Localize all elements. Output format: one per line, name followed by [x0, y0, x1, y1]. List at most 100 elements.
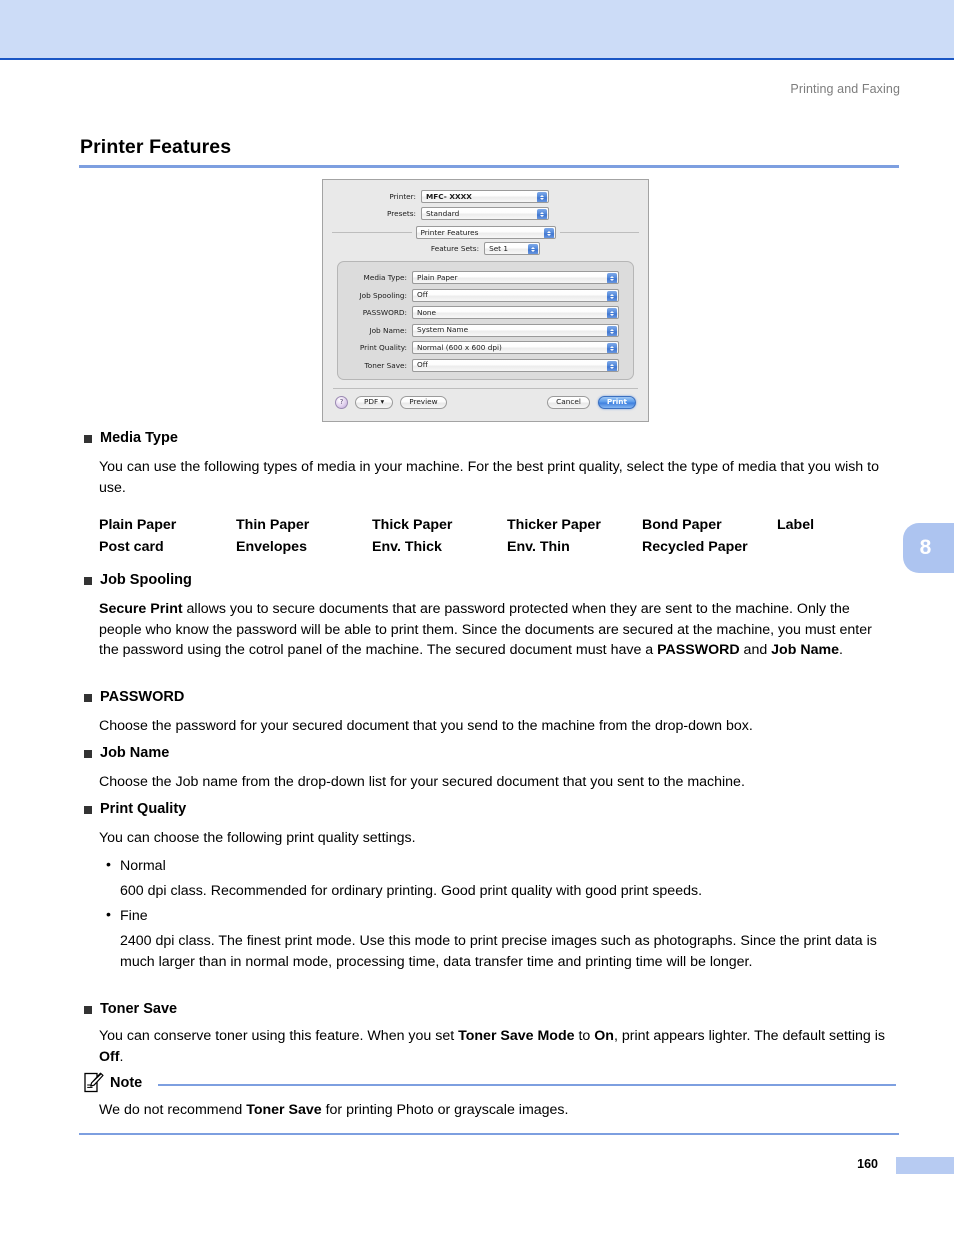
chevron-updown-icon: [607, 308, 617, 318]
separator-left: [332, 232, 412, 233]
section-heading-label: Job Name: [100, 745, 170, 761]
toner-save-popup[interactable]: Off: [412, 358, 619, 372]
running-header: Printing and Faxing: [790, 82, 900, 96]
job-spooling-value: Off: [417, 290, 428, 300]
page-number: 160: [857, 1157, 878, 1171]
media-cell: Thicker Paper: [507, 517, 601, 533]
note-text: We do not recommend Toner Save for print…: [99, 1100, 889, 1121]
square-bullet-icon: [84, 577, 92, 585]
job-name-popup[interactable]: System Name: [412, 323, 619, 337]
feature-sets-popup[interactable]: Set 1: [484, 242, 541, 255]
list-item-normal: • Normal: [106, 856, 166, 877]
job-name-bold: Job Name: [771, 642, 839, 658]
password-paragraph: Choose the password for your secured doc…: [99, 718, 753, 734]
bullet-dot-icon: •: [106, 857, 111, 873]
toner-save-text-b: to: [574, 1028, 595, 1044]
password-label: PASSWORD:: [362, 308, 407, 317]
media-cell: Recycled Paper: [642, 539, 748, 555]
printer-label: Printer:: [389, 192, 416, 201]
chapter-tab: 8: [903, 523, 954, 573]
job-name-label: Job Name:: [369, 325, 407, 335]
media-cell: Label: [777, 517, 815, 533]
media-type-label: Media Type:: [363, 273, 407, 282]
note-label: Note: [110, 1074, 143, 1091]
square-bullet-icon: [84, 750, 92, 758]
print-quality-value: Normal (600 x 600 dpi): [417, 342, 502, 352]
chevron-updown-icon: [607, 290, 617, 301]
password-popup[interactable]: None: [412, 306, 619, 319]
print-dialog-figure: Printer: MFC- XXXX Presets: Standard Pri…: [322, 179, 649, 422]
feature-sets-value: Set 1: [489, 243, 509, 253]
page-top-banner: [0, 0, 954, 60]
fine-description: 2400 dpi class. The finest print mode. U…: [120, 933, 877, 970]
pdf-menu-button[interactable]: PDF ▾: [355, 395, 394, 409]
print-button[interactable]: Print: [597, 395, 636, 409]
note-rule: [158, 1083, 896, 1086]
section-heading-job-spooling: Job Spooling: [84, 572, 192, 588]
section-heading-label: Print Quality: [100, 801, 187, 817]
presets-label: Presets:: [386, 209, 416, 218]
chevron-updown-icon: [537, 192, 547, 202]
job-spooling-paragraph: Secure Print allows you to secure docume…: [99, 599, 892, 661]
chapter-tab-number: 8: [919, 536, 932, 559]
presets-value: Standard: [426, 208, 460, 218]
cancel-button[interactable]: Cancel: [547, 395, 590, 409]
note-header: Note: [84, 1072, 896, 1093]
preview-button[interactable]: Preview: [400, 395, 447, 409]
media-cell: Thin Paper: [236, 517, 310, 533]
chevron-updown-icon: [537, 209, 547, 219]
title-underline-rule: [79, 165, 899, 168]
note-block: Note We do not recommend Toner Save for …: [84, 1072, 896, 1118]
normal-description: 600 dpi class. Recommended for ordinary …: [120, 883, 703, 899]
media-cell: Plain Paper: [99, 517, 177, 533]
toner-save-label: Toner Save:: [364, 360, 407, 370]
secure-print-bold: Secure Print: [99, 601, 183, 617]
help-button[interactable]: ?: [335, 395, 348, 409]
media-cell: Envelopes: [236, 539, 307, 555]
toner-save-paragraph: You can conserve toner using this featur…: [99, 1026, 892, 1067]
feature-row-media-type: Media Type: Plain Paper: [344, 271, 619, 284]
bullet-dot-icon: •: [106, 907, 111, 923]
off-bold: Off: [99, 1048, 120, 1065]
print-quality-paragraph: You can choose the following print quali…: [99, 830, 416, 846]
media-cell: Bond Paper: [642, 517, 722, 533]
job-name-value: System Name: [417, 325, 469, 335]
section-heading-label: Media Type: [100, 430, 178, 446]
media-type-popup[interactable]: Plain Paper: [412, 271, 619, 284]
pane-selector-popup[interactable]: Printer Features: [415, 226, 556, 239]
table-row: Post card Envelopes Env. Thick Env. Thin…: [99, 536, 859, 558]
media-cell: Post card: [99, 539, 164, 555]
on-bold: On: [594, 1028, 614, 1044]
section-heading-label: PASSWORD: [100, 689, 185, 705]
section-heading-media-type: Media Type: [84, 430, 178, 446]
list-item-label: Normal: [120, 858, 166, 874]
job-spooling-label: Job Spooling:: [359, 290, 407, 300]
section-heading-toner-save: Toner Save: [84, 1001, 177, 1017]
square-bullet-icon: [84, 694, 92, 702]
media-cell: Env. Thick: [372, 539, 442, 555]
presets-popup[interactable]: Standard: [421, 207, 549, 220]
pane-selector-value: Printer Features: [420, 227, 479, 237]
toner-save-mode-bold: Toner Save Mode: [458, 1028, 575, 1044]
printer-popup[interactable]: MFC- XXXX: [421, 190, 549, 203]
dialog-row-presets: Presets: Standard: [323, 207, 648, 220]
feature-row-toner-save: Toner Save: Off: [344, 358, 619, 372]
job-spooling-popup[interactable]: Off: [412, 288, 619, 302]
section-heading-job-name: Job Name: [84, 745, 169, 761]
square-bullet-icon: [84, 806, 92, 814]
table-row: Plain Paper Thin Paper Thick Paper Thick…: [99, 514, 859, 536]
dialog-top-section: Printer: MFC- XXXX Presets: Standard Pri…: [323, 180, 648, 255]
note-text-a: We do not recommend: [99, 1102, 247, 1118]
dialog-row-printer: Printer: MFC- XXXX: [323, 190, 648, 203]
print-quality-popup[interactable]: Normal (600 x 600 dpi): [412, 341, 619, 354]
separator-right: [559, 232, 639, 233]
chevron-updown-icon: [528, 244, 539, 254]
media-type-paragraph: You can use the following types of media…: [99, 457, 891, 498]
chevron-updown-icon: [607, 325, 617, 336]
toner-save-text-a: You can conserve toner using this featur…: [99, 1028, 459, 1044]
media-type-paragraph-line1: You can use the following types of media…: [99, 459, 734, 475]
toner-save-value: Off: [417, 360, 428, 370]
chevron-updown-icon: [607, 360, 617, 371]
section-heading-label: Toner Save: [100, 1001, 178, 1017]
print-quality-label: Print Quality:: [359, 343, 407, 352]
